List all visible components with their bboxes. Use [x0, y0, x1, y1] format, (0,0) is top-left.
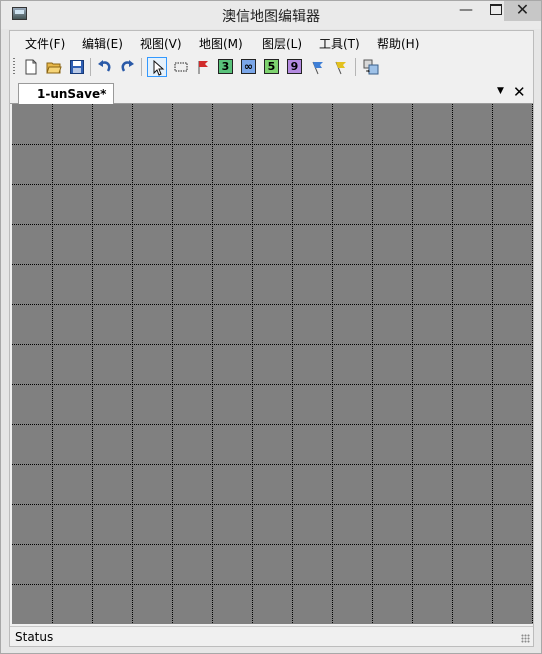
open-folder-icon	[46, 62, 62, 74]
redo-icon	[121, 60, 134, 72]
close-button[interactable]: ✕	[504, 1, 541, 21]
redo-button[interactable]	[117, 57, 137, 77]
layer-5-button[interactable]: 5	[262, 57, 282, 77]
toolbar: 3 ∞ 5 9	[10, 55, 533, 80]
document-tab-strip: 1-unSave* ▼ ✕	[10, 82, 533, 104]
document-tab[interactable]: 1-unSave*	[18, 83, 114, 104]
status-text: Status	[15, 630, 54, 644]
tab-list-dropdown[interactable]: ▼	[497, 86, 504, 96]
tab-close-button[interactable]: ✕	[513, 83, 526, 101]
yellow-flag-icon	[335, 61, 346, 75]
toolbar-separator	[141, 58, 142, 76]
new-document-button[interactable]	[21, 57, 41, 77]
layer-3-icon: 3	[218, 59, 233, 74]
main-window: 澳信地图编辑器 — ✕ 文件(F) 编辑(E) 视图(V) 地图(M) 图层(L…	[0, 0, 542, 654]
toolbar-separator	[355, 58, 356, 76]
document-tab-label: 1-unSave*	[37, 87, 107, 101]
red-flag-button[interactable]	[193, 57, 213, 77]
marquee-select-button[interactable]	[171, 57, 191, 77]
save-button[interactable]	[67, 57, 87, 77]
layer-5-icon: 5	[264, 59, 279, 74]
layer-9-button[interactable]: 9	[285, 57, 305, 77]
menu-layer[interactable]: 图层(L)	[262, 35, 302, 52]
toolbar-grip[interactable]	[13, 58, 15, 76]
select-arrow-icon	[153, 60, 165, 76]
client-area: 文件(F) 编辑(E) 视图(V) 地图(M) 图层(L) 工具(T) 帮助(H…	[9, 30, 534, 647]
minimize-button[interactable]: —	[451, 1, 481, 21]
yellow-flag-button[interactable]	[331, 57, 351, 77]
menu-file[interactable]: 文件(F)	[25, 35, 65, 52]
export-icon	[363, 59, 379, 75]
layer-infinity-button[interactable]: ∞	[239, 57, 259, 77]
red-flag-icon	[198, 61, 208, 74]
resize-grip[interactable]	[521, 634, 530, 643]
menu-map[interactable]: 地图(M)	[199, 35, 243, 52]
save-disk-icon	[70, 60, 84, 74]
map-grid	[12, 104, 533, 624]
menu-bar: 文件(F) 编辑(E) 视图(V) 地图(M) 图层(L) 工具(T) 帮助(H…	[10, 31, 533, 53]
toolbar-separator	[90, 58, 91, 76]
status-bar: Status	[10, 626, 533, 646]
menu-edit[interactable]: 编辑(E)	[82, 35, 123, 52]
menu-help[interactable]: 帮助(H)	[377, 35, 419, 52]
menu-tools[interactable]: 工具(T)	[319, 35, 360, 52]
map-canvas[interactable]	[12, 104, 533, 624]
marquee-select-icon	[174, 62, 188, 72]
undo-button[interactable]	[95, 57, 115, 77]
undo-icon	[98, 60, 111, 72]
blue-flag-button[interactable]	[308, 57, 328, 77]
menu-view[interactable]: 视图(V)	[140, 35, 182, 52]
open-button[interactable]	[44, 57, 64, 77]
blue-flag-icon	[312, 61, 323, 75]
maximize-icon	[490, 3, 502, 15]
layer-3-button[interactable]: 3	[216, 57, 236, 77]
layer-9-icon: 9	[287, 59, 302, 74]
layer-infinity-icon: ∞	[241, 59, 256, 74]
export-button[interactable]	[361, 57, 381, 77]
new-document-icon	[25, 59, 37, 75]
select-tool-button[interactable]	[147, 57, 167, 77]
title-bar: 澳信地图编辑器 — ✕	[1, 1, 541, 29]
